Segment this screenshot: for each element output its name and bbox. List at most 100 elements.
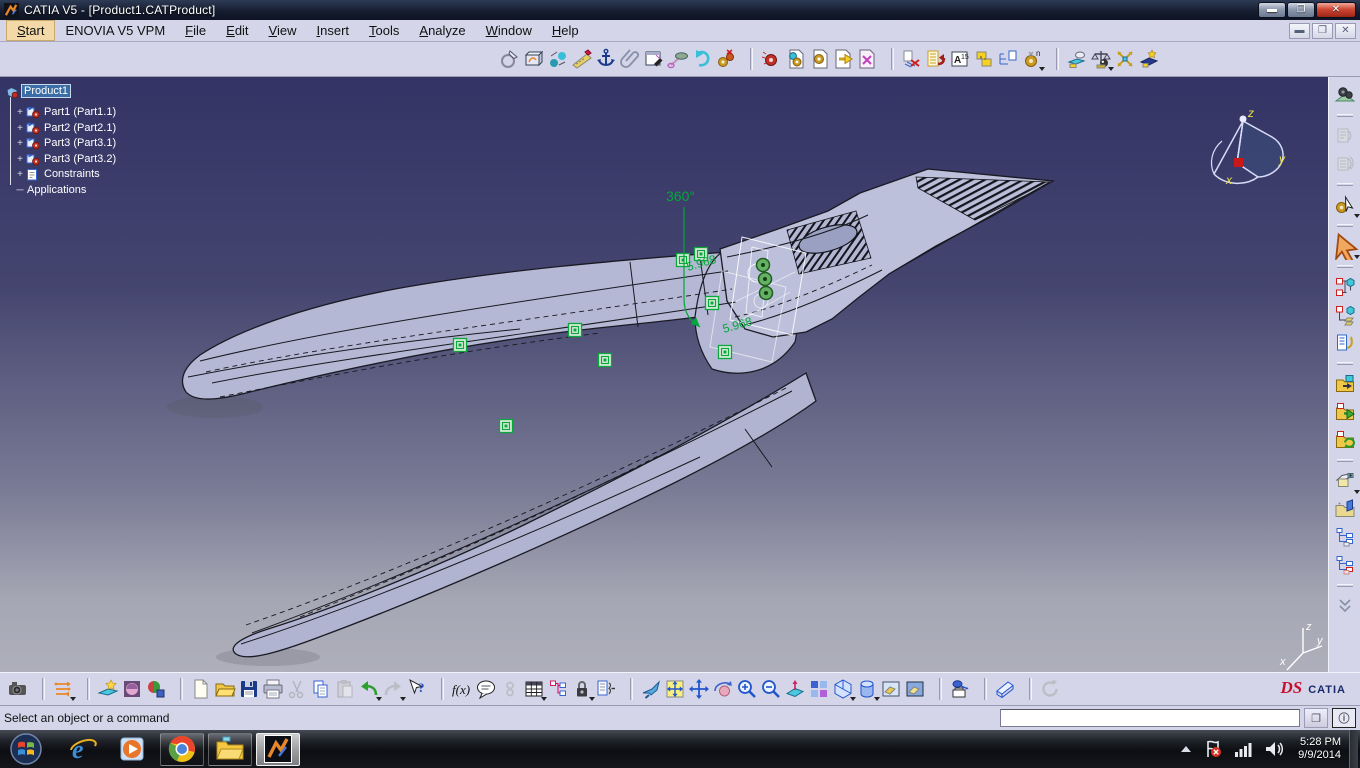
tree-item-part3-part3-1-[interactable]: + Part3 (Part3.1) [15, 136, 118, 150]
adjust-icon[interactable] [51, 676, 76, 702]
taskbar-clock[interactable]: 5:28 PM 9/9/2014 [1298, 736, 1341, 762]
menu-window[interactable]: Window [476, 21, 542, 40]
zoom-out-icon[interactable] [759, 676, 783, 702]
menu-insert[interactable]: Insert [307, 21, 360, 40]
list-red-undo-icon[interactable] [924, 46, 948, 72]
camera-icon[interactable] [6, 676, 30, 702]
camera-view-icon[interactable] [1331, 467, 1360, 495]
speech-icon[interactable] [474, 676, 498, 702]
view-shade1-icon[interactable] [879, 676, 903, 702]
minimize-button[interactable]: ▬ [1258, 2, 1286, 18]
clash-icon[interactable] [1065, 46, 1089, 72]
constraint-square-icon[interactable] [567, 322, 583, 338]
gear-n-icon[interactable]: n [1020, 46, 1045, 72]
material-icon[interactable] [120, 676, 144, 702]
new-doc-icon[interactable] [189, 676, 213, 702]
render3-icon[interactable] [144, 676, 168, 702]
tree-blue-icon[interactable] [1331, 523, 1359, 551]
screwdriver-icon[interactable] [666, 46, 690, 72]
iso-cube-icon[interactable] [831, 676, 856, 702]
link-icon[interactable] [498, 676, 522, 702]
menu-file[interactable]: File [175, 21, 216, 40]
multi-view-icon[interactable] [807, 676, 831, 702]
menu-view[interactable]: View [259, 21, 307, 40]
paste-red-x-icon[interactable] [900, 46, 924, 72]
constraint-square-icon[interactable] [597, 352, 613, 368]
taskbar-internet-explorer[interactable]: e [64, 732, 102, 766]
tree-small-icon[interactable] [546, 676, 570, 702]
ruler-pen-icon[interactable] [570, 46, 594, 72]
big-cursor-icon[interactable] [1331, 232, 1360, 260]
menu-enovia-v5-vpm[interactable]: ENOVIA V5 VPM [55, 21, 175, 40]
show-desktop-button[interactable] [1349, 730, 1358, 768]
fly-icon[interactable] [639, 676, 663, 702]
start-button[interactable] [8, 732, 44, 766]
constraint-square-icon[interactable] [717, 344, 733, 360]
tree-red-icon[interactable] [1331, 551, 1359, 579]
paste-icon[interactable] [333, 676, 357, 702]
gear-doc-yellow-icon[interactable] [807, 46, 831, 72]
prod-cube-icon[interactable] [1331, 273, 1359, 301]
balance-icon[interactable] [1089, 46, 1114, 72]
tree-doc-icon[interactable] [996, 46, 1020, 72]
catalog2-icon[interactable] [1331, 150, 1359, 178]
redo-icon[interactable] [381, 676, 406, 702]
help-cursor-icon[interactable]: ? [405, 676, 429, 702]
taskbar-file-explorer[interactable] [208, 732, 252, 766]
child-close-button[interactable]: ✕ [1335, 22, 1356, 39]
expand-plus-icon[interactable]: + [15, 138, 25, 149]
gears-green-icon[interactable] [1331, 81, 1359, 109]
folder-open-blue-icon[interactable] [1331, 495, 1359, 523]
volume-speaker-icon[interactable] [1264, 741, 1284, 757]
refresh-spin-icon[interactable] [1038, 676, 1062, 702]
move-ball-icon[interactable] [546, 46, 570, 72]
zoom-in-icon[interactable] [735, 676, 759, 702]
dock-window-button[interactable]: ❐ [1304, 708, 1328, 728]
rotate-icon[interactable] [711, 676, 735, 702]
info-button[interactable]: ⓘ [1332, 708, 1356, 728]
folder-refresh-icon[interactable] [1331, 426, 1359, 454]
wizard-icon[interactable] [96, 676, 120, 702]
dropdown-caret-icon[interactable] [70, 697, 76, 701]
cylinder-icon[interactable] [855, 676, 880, 702]
child-minimize-button[interactable]: ▬ [1289, 22, 1310, 39]
mockup-icon[interactable] [522, 46, 546, 72]
copy-icon[interactable] [309, 676, 333, 702]
chevrons-icon[interactable] [1331, 592, 1359, 620]
action-center-flag-icon[interactable] [1204, 740, 1222, 758]
expand-plus-icon[interactable]: + [15, 123, 25, 134]
anchor-icon[interactable] [594, 46, 618, 72]
taskbar-catia[interactable] [256, 732, 300, 766]
menu-start[interactable]: Start [6, 20, 56, 41]
tree-item-part1-part1-1-[interactable]: + Part1 (Part1.1) [15, 105, 118, 119]
dropdown-caret-icon[interactable] [1039, 67, 1045, 71]
folder-cyan-icon[interactable] [1331, 370, 1359, 398]
prod-tree-icon[interactable] [1331, 301, 1359, 329]
save-icon[interactable] [237, 676, 261, 702]
gear-doc-cyan-icon[interactable] [783, 46, 807, 72]
tree-item-applications[interactable]: ─ Applications [15, 183, 88, 197]
taskbar-media-player[interactable] [114, 732, 152, 766]
gears-x-icon[interactable] [714, 46, 738, 72]
menu-tools[interactable]: Tools [359, 21, 409, 40]
print-3d-icon[interactable] [948, 676, 972, 702]
tray-expand-icon[interactable] [1180, 745, 1192, 753]
gear-cursor-icon[interactable] [1331, 191, 1360, 219]
menu-help[interactable]: Help [542, 21, 589, 40]
restore-button[interactable]: ❐ [1287, 2, 1315, 18]
lock-icon[interactable] [570, 676, 595, 702]
list-pen-icon[interactable] [1331, 329, 1359, 357]
normal-view-icon[interactable] [783, 676, 807, 702]
fit-all-icon[interactable] [663, 676, 687, 702]
child-restore-button[interactable]: ❐ [1312, 22, 1333, 39]
frame-a15-icon[interactable]: A 15 [948, 46, 972, 72]
doc-arrow-yellow-icon[interactable] [831, 46, 855, 72]
cut-icon[interactable] [285, 676, 309, 702]
scene-star-icon[interactable] [1137, 46, 1161, 72]
compass-origin[interactable] [1234, 158, 1243, 167]
compass[interactable]: z y x [1210, 106, 1286, 187]
explode-x-icon[interactable] [1113, 46, 1137, 72]
taskbar-chrome[interactable] [160, 732, 204, 766]
view-shade2-icon[interactable] [903, 676, 927, 702]
expand-plus-icon[interactable]: + [15, 154, 25, 165]
